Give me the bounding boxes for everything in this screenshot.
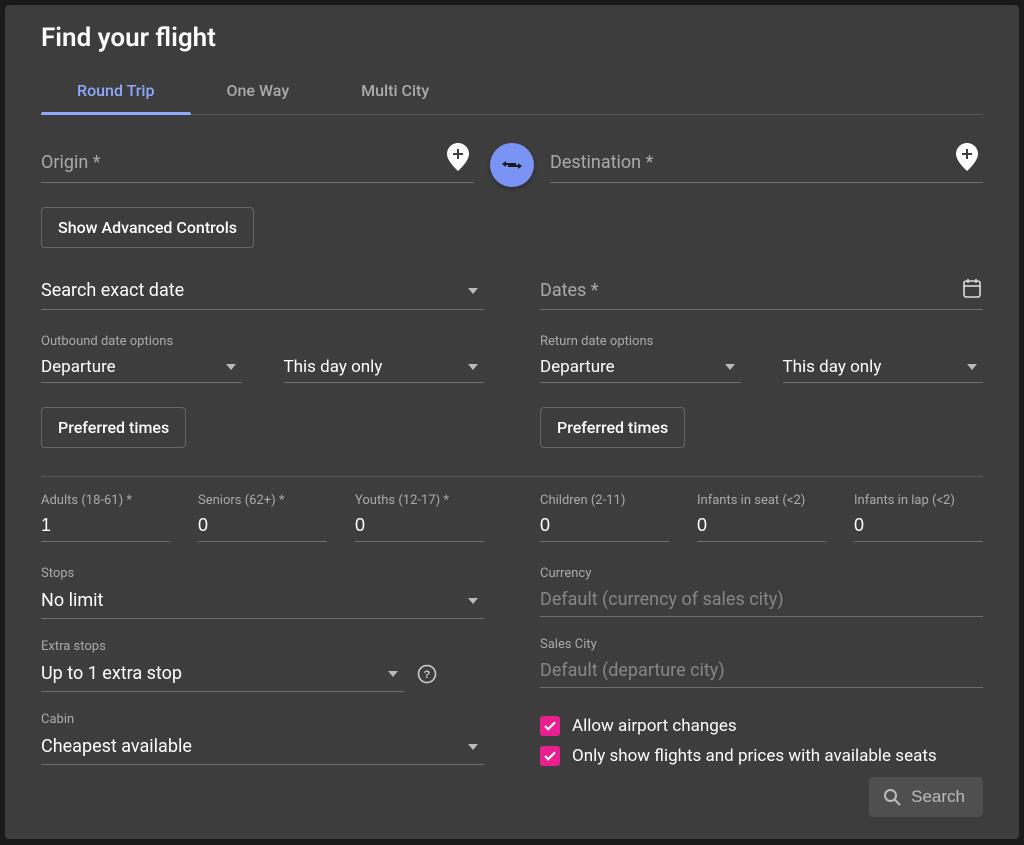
dropdown-icon [967,364,977,370]
children-input[interactable] [540,510,669,542]
extra-stops-label: Extra stops [41,639,484,654]
stops-select[interactable]: No limit [41,583,484,619]
infants-lap-label: Infants in lap (<2) [854,493,983,508]
adults-input[interactable] [41,510,170,542]
trip-type-tabs: Round Trip One Way Multi City [41,69,983,115]
stops-value: No limit [41,590,103,611]
adults-label: Adults (18-61) * [41,493,170,508]
swap-horiz-icon [502,158,522,172]
tab-round-trip[interactable]: Round Trip [41,69,191,114]
dropdown-icon [468,598,478,604]
dropdown-icon [725,364,735,370]
dropdown-icon [468,364,478,370]
divider [41,476,983,477]
return-range-value: This day only [783,357,882,377]
tab-one-way[interactable]: One Way [191,69,326,114]
return-mode-value: Departure [540,357,615,377]
dates-field[interactable]: Dates * [540,272,983,310]
dropdown-icon [468,744,478,750]
seniors-input[interactable] [198,510,327,542]
search-button[interactable]: Search [869,777,983,817]
return-range-select[interactable]: This day only [783,351,984,383]
add-origin-pin-icon[interactable] [446,143,470,176]
sales-city-input[interactable]: Default (departure city) [540,654,983,688]
dropdown-icon [468,288,478,294]
check-icon [543,749,557,763]
outbound-range-value: This day only [284,357,383,377]
cabin-select[interactable]: Cheapest available [41,729,484,765]
airport-changes-label: Allow airport changes [572,716,737,736]
stops-label: Stops [41,566,484,581]
currency-input[interactable]: Default (currency of sales city) [540,583,983,617]
page-title: Find your flight [41,23,983,53]
origin-label: Origin * [41,152,101,173]
outbound-mode-value: Departure [41,357,116,377]
dates-label: Dates * [540,280,963,301]
svg-text:?: ? [424,669,431,681]
calendar-icon [963,278,981,303]
flight-search-panel: Find your flight Round Trip One Way Mult… [5,5,1019,839]
seniors-label: Seniors (62+) * [198,493,327,508]
search-exact-date-select[interactable]: Search exact date [41,272,484,310]
youths-label: Youths (12-17) * [355,493,484,508]
sales-city-placeholder: Default (departure city) [540,660,725,681]
return-group-label: Return date options [540,334,983,349]
cabin-label: Cabin [41,712,484,727]
outbound-range-select[interactable]: This day only [284,351,485,383]
origin-field[interactable]: Origin * [41,143,474,183]
return-preferred-times-button[interactable]: Preferred times [540,407,685,448]
infants-seat-input[interactable] [697,510,826,542]
swap-origin-destination-button[interactable] [490,143,534,187]
children-label: Children (2-11) [540,493,669,508]
check-icon [543,719,557,733]
extra-stops-help-icon[interactable]: ? [416,663,438,685]
destination-field[interactable]: Destination * [550,143,983,183]
cabin-value: Cheapest available [41,736,192,757]
extra-stops-value: Up to 1 extra stop [41,663,182,684]
extra-stops-select[interactable]: Up to 1 extra stop [41,656,404,692]
tab-multi-city[interactable]: Multi City [325,69,465,114]
outbound-preferred-times-button[interactable]: Preferred times [41,407,186,448]
infants-seat-label: Infants in seat (<2) [697,493,826,508]
dropdown-icon [226,364,236,370]
only-available-checkbox[interactable] [540,746,560,766]
currency-placeholder: Default (currency of sales city) [540,589,784,610]
search-exact-date-value: Search exact date [41,280,468,301]
infants-lap-input[interactable] [854,510,983,542]
only-available-label: Only show flights and prices with availa… [572,746,937,766]
add-destination-pin-icon[interactable] [955,143,979,176]
return-mode-select[interactable]: Departure [540,351,741,383]
currency-label: Currency [540,566,983,581]
outbound-mode-select[interactable]: Departure [41,351,242,383]
youths-input[interactable] [355,510,484,542]
destination-label: Destination * [550,152,653,173]
search-icon [883,788,901,806]
search-button-label: Search [911,787,965,807]
outbound-group-label: Outbound date options [41,334,484,349]
advanced-controls-button[interactable]: Show Advanced Controls [41,207,254,248]
airport-changes-checkbox[interactable] [540,716,560,736]
origin-destination-row: Origin * Destination * [41,143,983,183]
sales-city-label: Sales City [540,637,983,652]
dropdown-icon [388,671,398,677]
